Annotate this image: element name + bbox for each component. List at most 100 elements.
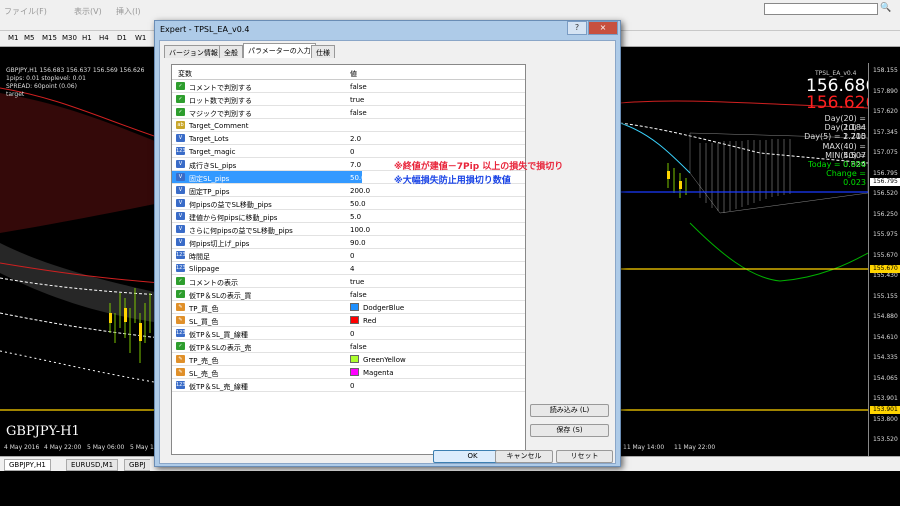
parameter-row[interactable]: ✎ SL_売_色 Magenta — [172, 366, 525, 379]
parameter-row[interactable]: ✓ ロット数で判別する true — [172, 93, 525, 106]
parameter-row[interactable]: V 建値から何pipsに移動_pips 5.0 — [172, 210, 525, 223]
price-axis-label: 156.520 — [873, 190, 898, 197]
parameter-value[interactable]: true — [350, 278, 364, 286]
parameter-row[interactable]: ✓ コメントの表示 true — [172, 275, 525, 288]
parameter-value[interactable]: 0 — [350, 252, 354, 260]
menu-file[interactable]: ファイル(F) — [4, 6, 47, 17]
load-button[interactable]: 読み込み (L) — [530, 404, 609, 417]
parameter-value[interactable]: 100.0 — [350, 226, 370, 234]
parameter-value[interactable]: false — [350, 343, 367, 351]
parameter-value[interactable]: 4 — [350, 265, 354, 273]
col-value[interactable]: 値 — [350, 69, 357, 79]
parameter-row[interactable]: V さらに何pipsの益でSL移動_pips 100.0 — [172, 223, 525, 236]
tf-m30[interactable]: M30 — [62, 34, 77, 42]
parameter-name: 何pips切上げ_pips — [189, 240, 250, 248]
dbl-type-icon: V — [176, 199, 185, 207]
parameter-value[interactable]: 5.0 — [350, 213, 361, 221]
price-tag: 153.901 — [870, 406, 900, 414]
parameter-value[interactable]: 0 — [350, 382, 354, 390]
tf-h4[interactable]: H4 — [99, 34, 109, 42]
parameter-value[interactable]: 90.0 — [350, 239, 366, 247]
tf-w1[interactable]: W1 — [135, 34, 146, 42]
parameter-row[interactable]: V 何pipsの益でSL移動_pips 50.0 — [172, 197, 525, 210]
col-variable[interactable]: 変数 — [178, 69, 192, 79]
parameter-row[interactable]: ✎ TP_買_色 DodgerBlue — [172, 301, 525, 314]
tf-h1[interactable]: H1 — [82, 34, 92, 42]
parameter-value[interactable]: false — [350, 291, 367, 299]
tf-m5[interactable]: M5 — [24, 34, 35, 42]
parameter-value[interactable]: true — [350, 96, 364, 104]
color-type-icon: ✎ — [176, 303, 185, 311]
parameter-value[interactable]: Magenta — [363, 369, 394, 377]
search-input[interactable] — [764, 3, 878, 15]
bool-type-icon: ✓ — [176, 342, 185, 350]
tab-specs[interactable]: 仕様 — [311, 45, 335, 58]
tf-m15[interactable]: M15 — [42, 34, 57, 42]
price-axis-label: 155.430 — [873, 272, 898, 279]
parameter-value[interactable]: DodgerBlue — [363, 304, 404, 312]
parameter-row[interactable]: ab Target_Comment — [172, 119, 525, 132]
bottom-area — [0, 471, 900, 506]
parameter-value[interactable]: 2.0 — [350, 135, 361, 143]
tf-m1[interactable]: M1 — [8, 34, 19, 42]
int-type-icon: 123 — [176, 329, 186, 337]
tab-version[interactable]: バージョン情報 — [164, 45, 223, 58]
parameter-value[interactable]: Red — [363, 317, 376, 325]
indicator-stat: Day(5) = 1.710 — [804, 132, 866, 142]
chart-tab-eurusd[interactable]: EURUSD,M1 — [66, 459, 119, 471]
help-button[interactable]: ? — [567, 21, 587, 35]
parameter-row[interactable]: ✓ マジックで判別する false — [172, 106, 525, 119]
parameter-row[interactable]: 123 時間足 0 — [172, 249, 525, 262]
parameter-value[interactable]: 0 — [350, 148, 354, 156]
parameter-value[interactable]: 50.0 — [350, 200, 366, 208]
price-axis-label: 154.065 — [873, 374, 898, 382]
bool-type-icon: ✓ — [176, 108, 185, 116]
search-icon[interactable]: 🔍 — [880, 3, 894, 15]
parameter-value[interactable]: 7.0 — [350, 161, 361, 169]
parameter-row[interactable]: V 何pips切上げ_pips 90.0 — [172, 236, 525, 249]
menu-view[interactable]: 表示(V) — [74, 6, 102, 17]
tab-parameters[interactable]: パラメーターの入力 — [243, 43, 316, 58]
price-tag: 156.795 — [870, 178, 900, 186]
expert-dialog: Expert - TPSL_EA_v0.4 ? × バージョン情報 全般 パラメ… — [154, 20, 621, 467]
parameter-row[interactable]: ✓ 仮TP＆SLの表示_売 false — [172, 340, 525, 353]
parameter-name: Target_Lots — [189, 135, 229, 143]
parameter-row[interactable]: ✎ TP_売_色 GreenYellow — [172, 353, 525, 366]
parameter-row[interactable]: ✓ コメントで判別する false — [172, 80, 525, 93]
cancel-button[interactable]: キャンセル — [495, 450, 553, 463]
dbl-type-icon: V — [176, 173, 185, 181]
tab-general[interactable]: 全般 — [219, 45, 243, 58]
tf-d1[interactable]: D1 — [117, 34, 127, 42]
parameter-row[interactable]: 123 仮TP＆SL_売_線種 0 — [172, 379, 525, 392]
chart-tab-gbpjpy[interactable]: GBPJPY,H1 — [4, 459, 51, 471]
bool-type-icon: ✓ — [176, 290, 185, 298]
parameter-row[interactable]: ✎ SL_買_色 Red — [172, 314, 525, 327]
close-button[interactable]: × — [588, 21, 618, 35]
time-axis-label: 11 May 22:00 — [674, 444, 716, 451]
menu-insert[interactable]: 挿入(I) — [116, 6, 141, 17]
price-axis-label: 154.880 — [873, 313, 898, 320]
parameter-name: SL_買_色 — [189, 318, 219, 326]
save-button[interactable]: 保存 (S) — [530, 424, 609, 437]
chart-pips-line: 1pips: 0.01 stoplevel: 0.01 — [6, 75, 86, 82]
parameter-value[interactable]: 50.0 — [350, 174, 366, 182]
parameter-row[interactable]: 123 仮TP＆SL_買_線種 0 — [172, 327, 525, 340]
parameter-row[interactable]: 123 Target_magic 0 — [172, 145, 525, 158]
chart-tab-gbpj[interactable]: GBPJ — [124, 459, 150, 471]
parameter-row[interactable]: 123 Slippage 4 — [172, 262, 525, 275]
parameter-name: ロット数で判別する — [189, 97, 252, 105]
parameter-value[interactable]: false — [350, 83, 367, 91]
price-axis-label: 158.155 — [873, 67, 898, 74]
parameter-row[interactable]: ✓ 仮TP＆SLの表示_買 false — [172, 288, 525, 301]
indicator-stat: Change = 0.023 — [826, 169, 866, 188]
reset-button[interactable]: リセット — [556, 450, 613, 463]
chart-symbol-line: GBPJPY,H1 156.683 156.637 156.569 156.62… — [6, 67, 145, 74]
parameter-row[interactable]: V Target_Lots 2.0 — [172, 132, 525, 145]
parameter-value[interactable]: GreenYellow — [363, 356, 406, 364]
parameter-value[interactable]: 0 — [350, 330, 354, 338]
parameter-value[interactable]: 200.0 — [350, 187, 370, 195]
parameter-value[interactable]: false — [350, 109, 367, 117]
dialog-body: バージョン情報 全般 パラメーターの入力 仕様 変数 値 ✓ コメントで判別する f… — [159, 40, 616, 464]
parameter-name: SL_売_色 — [189, 370, 219, 378]
chart-watermark: GBPJPY-H1 — [6, 424, 80, 439]
